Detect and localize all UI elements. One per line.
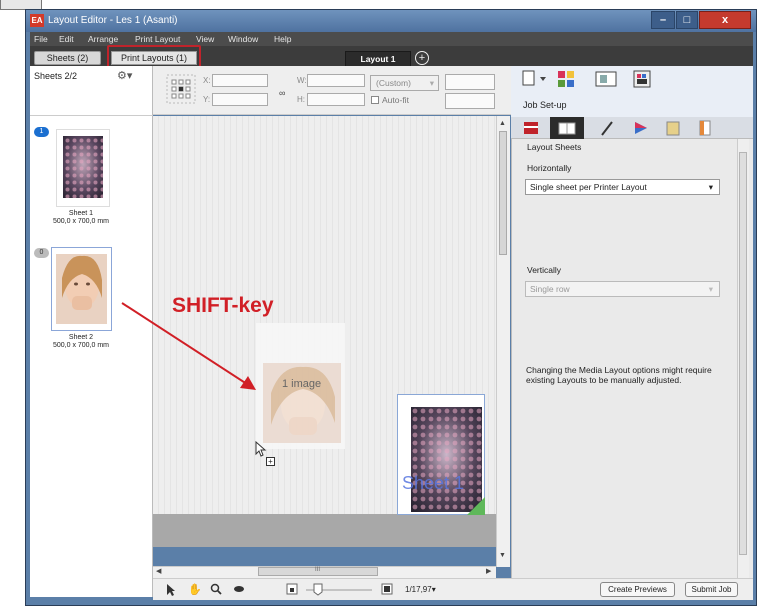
menu-help[interactable]: Help [274,34,291,44]
horizontal-layout-value: Single sheet per Printer Layout [530,182,647,192]
eye-icon[interactable] [233,583,245,598]
x-field[interactable] [212,74,268,87]
scroll-up-icon[interactable]: ▲ [499,120,506,127]
chevron-down-icon: ▾ [708,284,713,294]
size-preset-value: (Custom) [376,78,411,88]
canvas-pasteboard [153,514,496,547]
scroll-grip: III [315,567,321,573]
sheet-2-size: 500,0 x 700,0 mm [52,342,110,349]
gear-icon[interactable]: ⚙▾ [117,69,132,82]
extra-field-1[interactable] [445,74,495,90]
color-management-icon[interactable] [631,119,651,137]
divider [30,115,153,116]
tab-layout-1[interactable]: Layout 1 [345,51,411,67]
job-icon[interactable] [520,69,550,89]
add-layout-icon[interactable]: + [415,51,429,65]
menu-arrange[interactable]: Arrange [88,34,118,44]
zoom-out-icon[interactable] [286,583,298,598]
x-label: X: [203,76,211,85]
sheet-card-label: Sheet 1 [402,473,465,493]
scroll-left-icon[interactable]: ◀ [156,567,161,575]
zoom-tool-icon[interactable] [210,583,222,599]
sheet-2-badge: 0 [34,248,49,258]
y-field[interactable] [212,93,268,106]
menu-print-layout[interactable]: Print Layout [135,34,180,44]
maximize-button[interactable]: □ [676,11,698,29]
hand-tool-icon[interactable]: ✋ [188,583,202,596]
sheet-1-thumbnail[interactable] [56,129,110,207]
submit-job-button[interactable]: Submit Job [685,582,738,597]
panel-scroll-thumb[interactable] [739,152,747,555]
y-label: Y: [203,95,211,104]
tab-sheets[interactable]: Sheets (2) [34,51,101,65]
chevron-down-icon: ▾ [708,182,713,192]
link-icon[interactable]: ∞ [279,88,285,98]
h-label: H: [297,95,305,104]
size-preset-select[interactable]: (Custom) ▾ [370,75,439,91]
height-field[interactable] [307,93,365,106]
ghost-label: 1 image [282,378,322,390]
create-previews-button[interactable]: Create Previews [600,582,675,597]
zoom-value[interactable]: 1/17,97▾ [405,585,436,594]
menu-file[interactable]: File [34,34,48,44]
panel-title: Job Set-up [523,100,567,110]
sheets-count: Sheets 2/2 [34,71,78,81]
color-icon[interactable] [556,69,578,89]
media-icon[interactable] [595,71,617,87]
menu-window[interactable]: Window [228,34,258,44]
printer-icon[interactable] [631,69,653,89]
width-field[interactable] [307,74,365,87]
layout-tab-active[interactable] [550,117,584,139]
zoom-slider[interactable] [304,582,374,596]
vertical-layout-value: Single row [530,284,570,294]
extra-field-2[interactable] [445,93,495,109]
ghost-portrait-image [263,363,341,443]
chevron-down-icon: ▾ [429,78,434,88]
pen-icon[interactable] [597,119,617,137]
scroll-right-icon[interactable]: ▶ [486,567,491,575]
horizontally-label: Horizontally [527,163,572,173]
zoom-in-icon[interactable] [381,583,393,598]
job-tab-icon[interactable] [521,119,541,137]
close-button[interactable]: x [699,11,751,29]
horizontal-layout-select[interactable]: Single sheet per Printer Layout ▾ [525,179,720,195]
vertical-layout-select[interactable]: Single row ▾ [525,281,720,297]
portrait-image-icon [56,254,107,324]
layout-sheets-icon [558,122,576,135]
sheet-2-thumbnail[interactable] [51,247,112,331]
spheres-image-icon [63,136,103,198]
layout-sheets-heading: Layout Sheets [527,142,582,152]
window-title: Layout Editor - Les 1 (Asanti) [48,15,178,26]
minimize-button[interactable]: – [651,11,675,29]
pointer-tool-icon[interactable] [166,583,176,600]
copy-plus-icon: + [266,457,275,466]
vertical-scroll-thumb[interactable] [499,131,507,255]
layout-note: Changing the Media Layout options might … [526,365,712,385]
book-icon[interactable] [663,119,683,137]
sheet-1-size: 500,0 x 700,0 mm [52,218,110,225]
app-icon: EA [30,14,44,27]
menu-edit[interactable]: Edit [59,34,74,44]
anchor-grid-icon[interactable] [164,72,198,106]
menu-view[interactable]: View [196,34,214,44]
annotation-label: SHIFT-key [172,294,274,317]
sheet-1-name: Sheet 1 [68,210,94,217]
resize-handle-icon[interactable] [467,497,485,515]
sheet-2-name: Sheet 2 [68,334,94,341]
sheet-1-badge: 1 [34,127,49,137]
scroll-down-icon[interactable]: ▼ [499,552,506,559]
vertically-label: Vertically [527,265,562,275]
finishing-icon[interactable] [695,119,715,137]
menu-bar: File Edit Arrange Print Layout View Wind… [30,32,753,46]
autofit-label: Auto-fit [382,95,409,105]
w-label: W: [297,76,307,85]
autofit-checkbox[interactable] [371,96,379,104]
